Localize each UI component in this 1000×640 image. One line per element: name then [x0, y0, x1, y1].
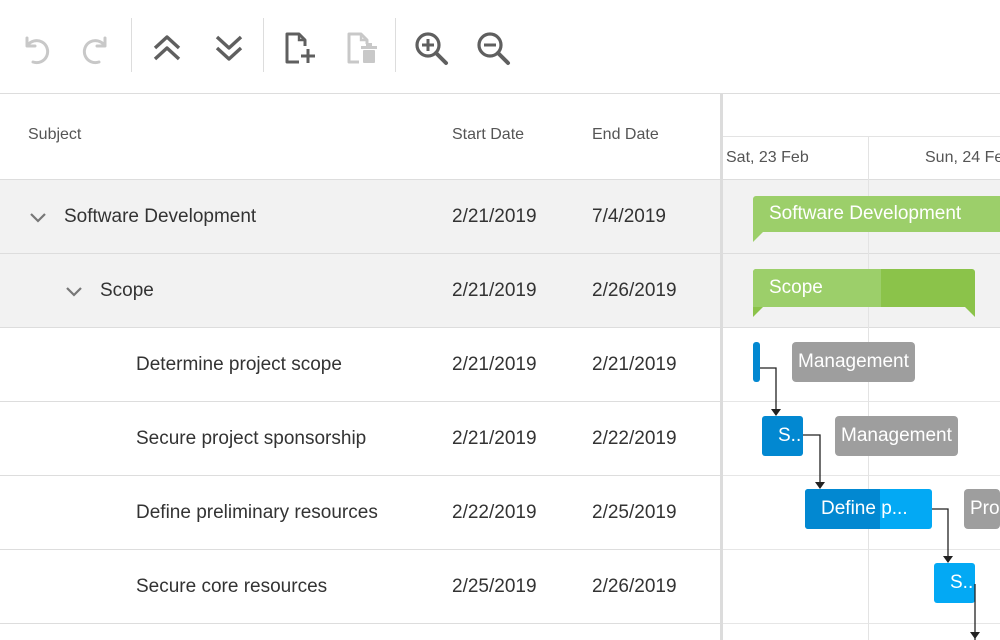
subject-cell: Software Development	[64, 206, 257, 227]
subject-cell: Determine project scope	[136, 354, 342, 375]
task-grid: Subject Start Date End Date Software Dev…	[0, 94, 722, 640]
zoom-in-button[interactable]	[411, 28, 451, 68]
end-date-cell: 2/26/2019	[592, 576, 677, 597]
undo-button[interactable]	[15, 28, 55, 68]
dependency-arrow	[943, 556, 953, 563]
zoom-out-icon	[477, 32, 510, 65]
double-chevron-up-icon	[153, 35, 181, 61]
dependency-line	[803, 434, 821, 482]
dependency-connectors	[760, 367, 980, 640]
bar-label: Define p...	[821, 498, 908, 519]
bar-label: S...	[778, 425, 803, 446]
subject-cell: Define preliminary resources	[136, 502, 378, 523]
expand-all-button[interactable]	[209, 28, 249, 68]
double-chevron-down-icon	[215, 35, 243, 61]
column-header-start-date[interactable]: Start Date	[452, 126, 524, 144]
subject-cell: Secure core resources	[136, 576, 328, 597]
add-task-button[interactable]	[279, 28, 319, 68]
zoom-out-button[interactable]	[473, 28, 513, 68]
undo-icon	[25, 36, 50, 65]
end-date-cell: 7/4/2019	[592, 206, 666, 227]
end-date-cell: 2/22/2019	[592, 428, 677, 449]
dependency-line	[932, 508, 949, 556]
start-date-cell: 2/21/2019	[452, 280, 537, 301]
start-date-cell: 2/21/2019	[452, 206, 537, 227]
bar-label: Scope	[769, 277, 823, 298]
subject-cell: Secure project sponsorship	[136, 428, 367, 449]
table-row[interactable]: Software Development 2/21/2019 7/4/2019	[0, 180, 722, 254]
dependency-line	[760, 367, 777, 409]
delete-document-icon	[347, 32, 377, 64]
start-date-cell: 2/21/2019	[452, 354, 537, 375]
table-row[interactable]: Scope 2/21/2019 2/26/2019	[0, 254, 722, 328]
table-row[interactable]: Secure project sponsorship 2/21/2019 2/2…	[0, 402, 722, 476]
chevron-down-icon[interactable]	[63, 280, 85, 302]
column-header-end-date[interactable]: End Date	[592, 126, 659, 144]
bar-label: Software Development	[769, 203, 962, 224]
toolbar	[0, 0, 1000, 94]
redo-button[interactable]	[77, 28, 117, 68]
dependency-arrow	[970, 632, 980, 639]
dependency-arrow	[815, 482, 825, 489]
start-date-cell: 2/21/2019	[452, 428, 537, 449]
redo-icon	[82, 36, 107, 65]
dependency-arrow	[771, 409, 781, 416]
gantt-chart: Sat, 23 Feb Sun, 24 Feb Software Develop…	[723, 94, 1000, 640]
end-date-cell: 2/21/2019	[592, 354, 677, 375]
column-header-subject[interactable]: Subject	[28, 126, 81, 144]
end-date-cell: 2/25/2019	[592, 502, 677, 523]
start-date-cell: 2/22/2019	[452, 502, 537, 523]
add-document-icon	[285, 32, 315, 64]
zoom-in-icon	[415, 32, 448, 65]
table-row[interactable]: Define preliminary resources 2/22/2019 2…	[0, 476, 722, 550]
grid-header: Subject Start Date End Date	[0, 94, 722, 180]
chevron-down-icon[interactable]	[27, 206, 49, 228]
start-date-cell: 2/25/2019	[452, 576, 537, 597]
table-row[interactable]: Secure core resources 2/25/2019 2/26/201…	[0, 550, 722, 624]
delete-task-button[interactable]	[341, 28, 381, 68]
subject-cell: Scope	[100, 280, 154, 301]
collapse-all-button[interactable]	[147, 28, 187, 68]
bar-label: S...	[950, 572, 975, 593]
end-date-cell: 2/26/2019	[592, 280, 677, 301]
table-row[interactable]: Determine project scope 2/21/2019 2/21/2…	[0, 328, 722, 402]
